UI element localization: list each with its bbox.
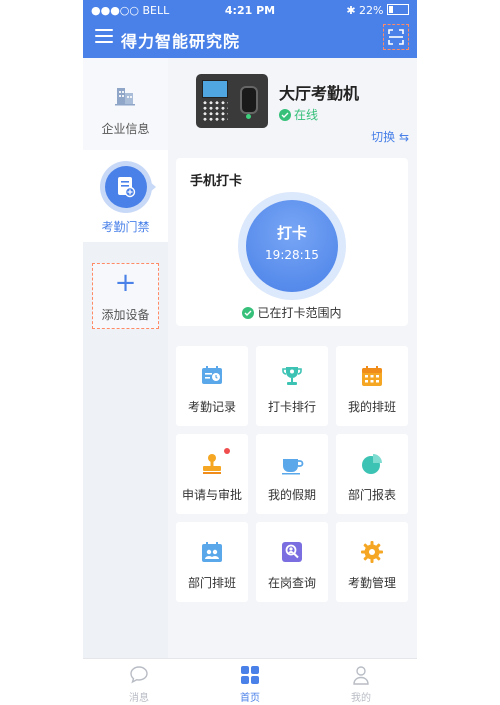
attendance-device-icon	[118, 177, 136, 198]
check-icon	[242, 307, 255, 319]
tile-attendance-mgmt[interactable]: 考勤管理	[336, 522, 408, 602]
device-status-text: 在线	[294, 108, 319, 122]
clock-in-title: 手机打卡	[190, 174, 243, 189]
clock-in-time: 19:28:15	[265, 248, 319, 262]
tile-on-duty-query[interactable]: 在岗查询	[256, 522, 328, 602]
attendance-machine-image	[196, 74, 268, 128]
tile-label: 考勤记录	[187, 400, 236, 414]
trophy-icon	[282, 367, 302, 385]
selection-pointer	[149, 181, 156, 193]
sidebar-item-attendance[interactable]: 考勤门禁	[83, 150, 168, 242]
battery-icon	[387, 4, 409, 15]
online-check-icon	[279, 109, 291, 121]
cup-icon	[282, 459, 304, 475]
tile-label: 在岗查询	[267, 576, 316, 590]
tab-messages[interactable]: 消息	[109, 665, 169, 704]
tile-my-schedule[interactable]: 我的排班	[336, 346, 408, 426]
menu-icon[interactable]	[95, 29, 113, 45]
tile-apply-approve[interactable]: 申请与审批	[176, 434, 248, 514]
plus-icon: +	[114, 268, 137, 298]
pie-chart-icon	[362, 454, 382, 474]
tile-label: 部门报表	[347, 488, 396, 502]
tile-dept-schedule[interactable]: 部门排班	[176, 522, 248, 602]
notification-dot	[224, 448, 230, 454]
clock-in-card: 手机打卡 打卡 19:28:15 已在打卡范围内	[176, 158, 408, 326]
status-bar: ●●●○○ BELL 4:21 PM ✱ 22%	[83, 0, 417, 20]
nav-bar: 得力智能研究院	[83, 20, 417, 58]
add-device-button[interactable]: + 添加设备	[92, 263, 159, 329]
stamp-icon	[203, 454, 221, 474]
settings-gear-icon	[361, 541, 383, 563]
tile-label: 考勤管理	[347, 576, 396, 590]
tab-label: 首页	[240, 693, 260, 704]
sidebar: 企业信息 考勤门禁 + 添加设备	[83, 58, 168, 658]
tile-label: 打卡排行	[267, 400, 316, 414]
tab-home[interactable]: 首页	[220, 665, 280, 704]
range-status: 已在打卡范围内	[176, 304, 408, 321]
clock-in-label: 打卡	[276, 224, 307, 242]
team-calendar-icon	[202, 542, 222, 562]
clock-in-ring: 打卡 19:28:15	[238, 192, 346, 300]
switch-device-button[interactable]: 切换 ⇆	[371, 128, 409, 145]
device-status: 在线	[279, 106, 318, 123]
bluetooth-icon: ✱	[346, 4, 356, 17]
range-status-text: 已在打卡范围内	[257, 306, 342, 320]
tile-attendance-record[interactable]: 考勤记录	[176, 346, 248, 426]
scan-button[interactable]	[383, 24, 409, 50]
battery-percent: 22%	[359, 4, 384, 17]
battery-indicator: ✱ 22%	[346, 4, 409, 17]
tile-label: 我的排班	[347, 400, 396, 414]
chat-bubble-icon	[130, 666, 148, 684]
attendance-badge	[105, 166, 147, 208]
tile-clock-ranking[interactable]: 打卡排行	[256, 346, 328, 426]
device-name: 大厅考勤机	[279, 84, 360, 103]
sidebar-item-company-info[interactable]: 企业信息	[83, 58, 168, 150]
sidebar-item-label: 企业信息	[101, 122, 150, 136]
attendance-record-icon	[202, 366, 222, 384]
tab-label: 我的	[351, 693, 371, 704]
scan-icon	[388, 29, 404, 45]
calendar-icon	[362, 366, 382, 386]
tile-label: 我的假期	[267, 488, 316, 502]
tile-dept-report[interactable]: 部门报表	[336, 434, 408, 514]
page-title: 得力智能研究院	[121, 32, 241, 51]
tab-label: 消息	[129, 693, 149, 704]
phone-screen: ●●●○○ BELL 4:21 PM ✱ 22% 得力智能研究院 企业信息 考勤…	[83, 0, 417, 705]
person-icon	[353, 666, 369, 685]
tab-profile[interactable]: 我的	[331, 665, 391, 704]
device-header: 大厅考勤机 在线 切换 ⇆	[168, 58, 417, 150]
tile-label: 申请与审批	[181, 488, 242, 502]
home-grid-icon	[241, 666, 259, 684]
tile-my-leave[interactable]: 我的假期	[256, 434, 328, 514]
on-duty-search-icon	[282, 542, 302, 562]
tile-label: 部门排班	[187, 576, 236, 590]
sidebar-item-label: 添加设备	[101, 308, 150, 322]
tab-bar: 消息 首页 我的	[83, 658, 417, 705]
clock-in-button[interactable]: 打卡 19:28:15	[246, 200, 338, 292]
sidebar-item-label: 考勤门禁	[101, 220, 150, 234]
main-content: 大厅考勤机 在线 切换 ⇆ 手机打卡 打卡 19:28:15 已在打卡范围内 考…	[168, 58, 417, 658]
building-icon	[115, 88, 135, 106]
